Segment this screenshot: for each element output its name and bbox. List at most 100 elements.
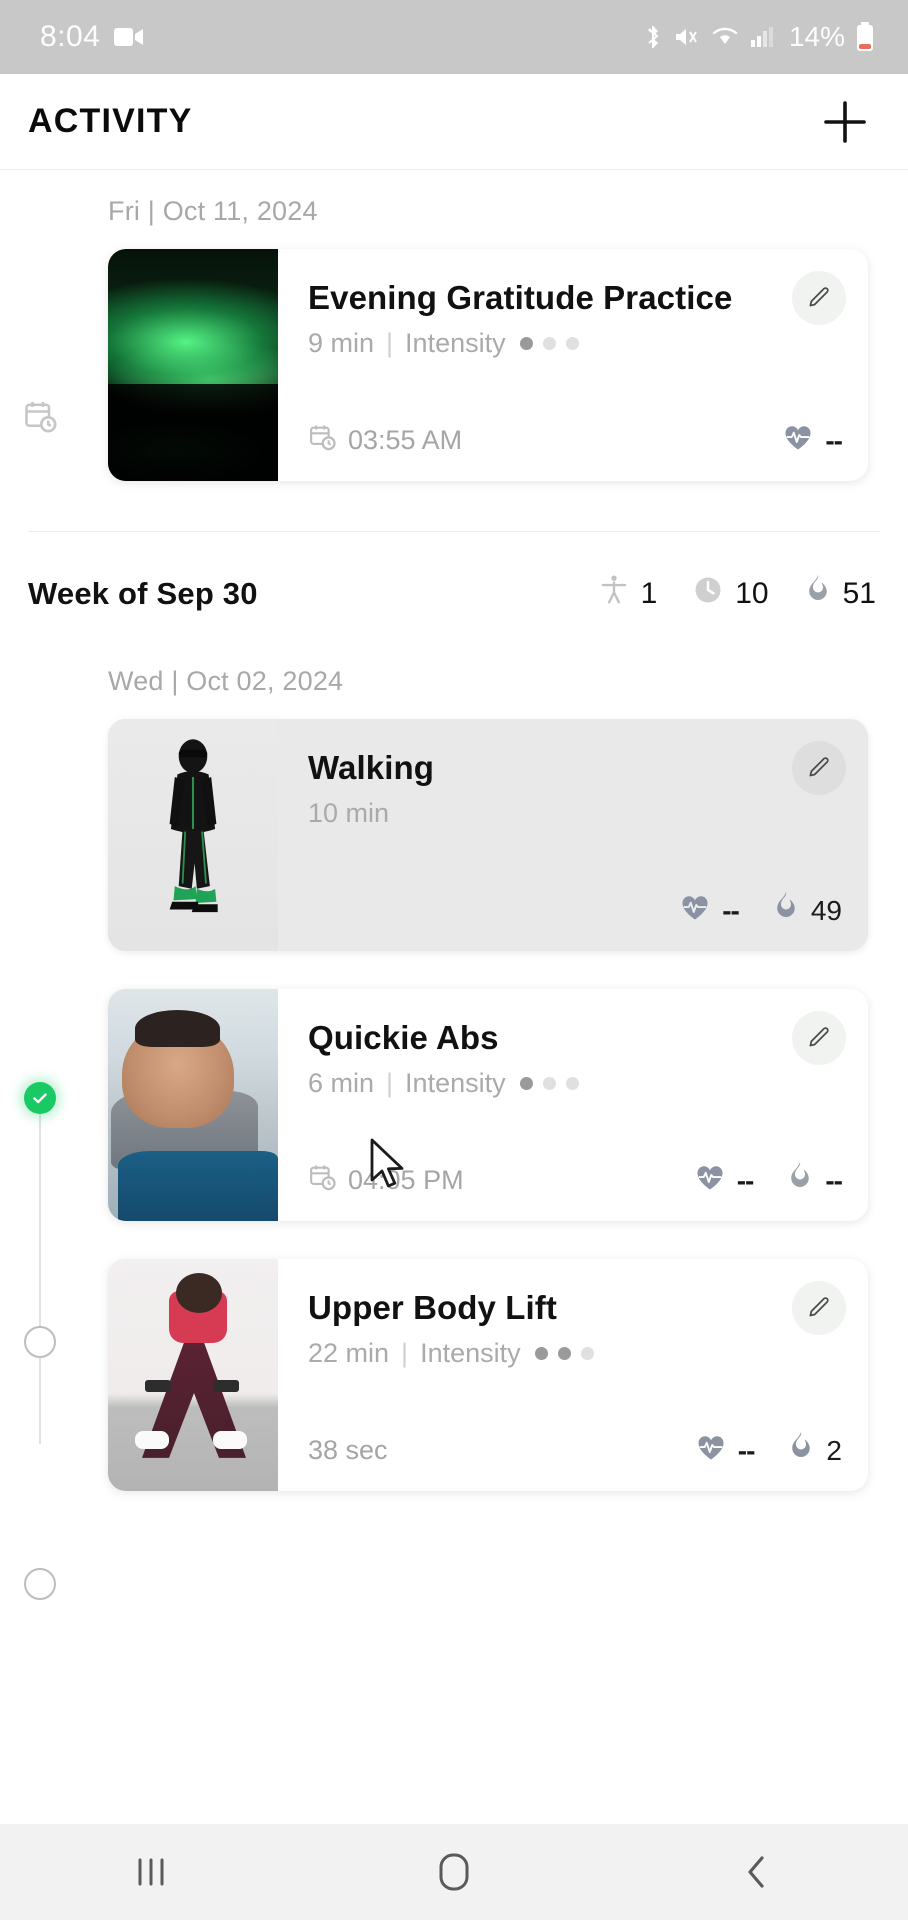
intensity-dots <box>519 336 579 350</box>
activity-duration-label: 38 sec <box>308 1435 388 1465</box>
activity-footer: 38 sec -- 2 <box>308 1432 842 1469</box>
week-title: Week of Sep 30 <box>28 576 258 611</box>
week-stat-workouts: 1 <box>599 574 658 614</box>
back-icon[interactable] <box>697 1824 817 1920</box>
page-title: ACTIVITY <box>28 102 193 140</box>
activity-title: Upper Body Lift <box>308 1289 557 1326</box>
week-stats: 1 10 51 <box>599 574 876 614</box>
calories-value: 49 <box>810 894 842 926</box>
edit-pencil-icon[interactable] <box>792 741 846 795</box>
activity-duration: 22 min <box>308 1337 390 1368</box>
flame-icon <box>787 1162 813 1199</box>
activity-metrics: -- 2 <box>696 1432 842 1469</box>
activity-card-evening-gratitude[interactable]: Evening Gratitude Practice 9 min | Inten… <box>108 249 868 481</box>
activity-title: Quickie Abs <box>308 1019 499 1056</box>
activity-title: Evening Gratitude Practice <box>308 279 733 316</box>
battery-icon <box>856 22 874 52</box>
timeline-rail <box>0 170 108 1824</box>
calories-value: -- <box>825 1164 843 1196</box>
week-stat-minutes-value: 10 <box>735 577 769 610</box>
meta-separator: | <box>401 1337 409 1368</box>
activity-title: Walking <box>308 749 434 786</box>
edit-pencil-icon[interactable] <box>792 271 846 325</box>
clock-icon <box>693 575 723 613</box>
intensity-dots <box>519 1076 579 1090</box>
rail-node-completed <box>24 1082 56 1114</box>
activity-card-body: Upper Body Lift 22 min | Intensity 38 se… <box>278 1259 868 1491</box>
week-stat-calories: 51 <box>805 575 876 613</box>
intensity-label: Intensity <box>420 1337 521 1368</box>
add-activity-button[interactable] <box>816 93 874 151</box>
intensity-label: Intensity <box>405 327 506 358</box>
heart-rate-value: -- <box>722 894 740 926</box>
bluetooth-icon <box>643 24 663 50</box>
activity-time-label: 04:05 PM <box>348 1165 464 1195</box>
calories-metric: -- <box>787 1162 843 1199</box>
activity-metrics: -- 49 <box>680 892 842 929</box>
intensity-label: Intensity <box>405 1067 506 1098</box>
status-bar-right: 14% <box>643 21 874 53</box>
activity-metrics: -- -- <box>695 1162 843 1199</box>
intensity-dots <box>534 1346 594 1360</box>
heart-rate-metric: -- <box>695 1163 754 1198</box>
activity-footer: 03:55 AM -- <box>308 422 843 459</box>
activity-card-quickie-abs[interactable]: Quickie Abs 6 min | Intensity 04:05 PM -… <box>108 989 868 1221</box>
flame-icon <box>805 575 831 613</box>
status-bar: 8:04 14% <box>0 0 908 74</box>
heart-rate-icon <box>696 1433 726 1468</box>
system-nav-bar <box>0 1824 908 1920</box>
activity-duration: 9 min <box>308 327 375 358</box>
week-summary-row: Week of Sep 30 1 10 51 <box>0 574 908 614</box>
meta-separator: | <box>386 327 394 358</box>
activity-person-icon <box>599 574 629 614</box>
heart-rate-metric: -- <box>783 423 843 458</box>
home-icon[interactable] <box>394 1824 514 1920</box>
activity-card-body: Walking 10 min -- 49 <box>278 719 868 951</box>
date-header-oct-02: Wed | Oct 02, 2024 <box>108 666 344 696</box>
edit-pencil-icon[interactable] <box>792 1011 846 1065</box>
date-header-oct-11: Fri | Oct 11, 2024 <box>108 196 318 226</box>
week-stat-workouts-value: 1 <box>640 577 658 610</box>
app-bar: ACTIVITY <box>0 74 908 170</box>
rail-node-pending-2 <box>24 1568 56 1600</box>
heart-rate-value: -- <box>825 424 843 456</box>
heart-rate-value: -- <box>737 1434 756 1466</box>
heart-rate-value: -- <box>736 1164 755 1196</box>
activity-time: 04:05 PM <box>308 1162 464 1199</box>
calories-metric: 49 <box>773 892 842 929</box>
heart-rate-metric: -- <box>680 893 740 928</box>
rail-node-pending-1 <box>24 1326 56 1358</box>
activity-meta: 10 min <box>308 798 842 829</box>
heart-rate-icon <box>783 423 813 458</box>
meta-separator: | <box>386 1067 394 1098</box>
activity-card-walking[interactable]: Walking 10 min -- 49 <box>108 719 868 951</box>
activity-duration: 10 min <box>308 797 390 828</box>
activity-list[interactable]: Fri | Oct 11, 2024 Evening Gratitude Pra… <box>0 170 908 1824</box>
activity-footer: 04:05 PM -- -- <box>308 1162 843 1199</box>
activity-thumbnail <box>108 249 278 481</box>
activity-meta: 6 min | Intensity <box>308 1068 842 1099</box>
status-bar-left: 8:04 <box>40 20 144 54</box>
wifi-icon <box>711 25 739 49</box>
flame-icon <box>788 1432 814 1469</box>
flame-icon <box>773 892 799 929</box>
activity-thumbnail <box>108 719 278 951</box>
edit-pencil-icon[interactable] <box>792 1281 846 1335</box>
screen-record-icon <box>114 26 144 48</box>
calendar-clock-icon <box>308 1162 338 1199</box>
week-stat-minutes: 10 <box>693 575 769 613</box>
activity-time: 03:55 AM <box>308 422 462 459</box>
activity-duration-footer: 38 sec <box>308 1435 388 1466</box>
activity-card-upper-body-lift[interactable]: Upper Body Lift 22 min | Intensity 38 se… <box>108 1259 868 1491</box>
battery-percent-label: 14% <box>788 21 845 52</box>
recents-icon[interactable] <box>91 1824 211 1920</box>
calories-metric: 2 <box>788 1432 842 1469</box>
heart-rate-icon <box>680 893 710 928</box>
activity-duration: 6 min <box>308 1067 375 1098</box>
activity-card-body: Quickie Abs 6 min | Intensity 04:05 PM -… <box>278 989 868 1221</box>
heart-rate-icon <box>695 1163 725 1198</box>
activity-time-label: 03:55 AM <box>348 425 463 455</box>
cellular-signal-icon <box>750 26 774 48</box>
heart-rate-metric: -- <box>696 1433 755 1468</box>
activity-footer: -- 49 <box>308 892 842 929</box>
